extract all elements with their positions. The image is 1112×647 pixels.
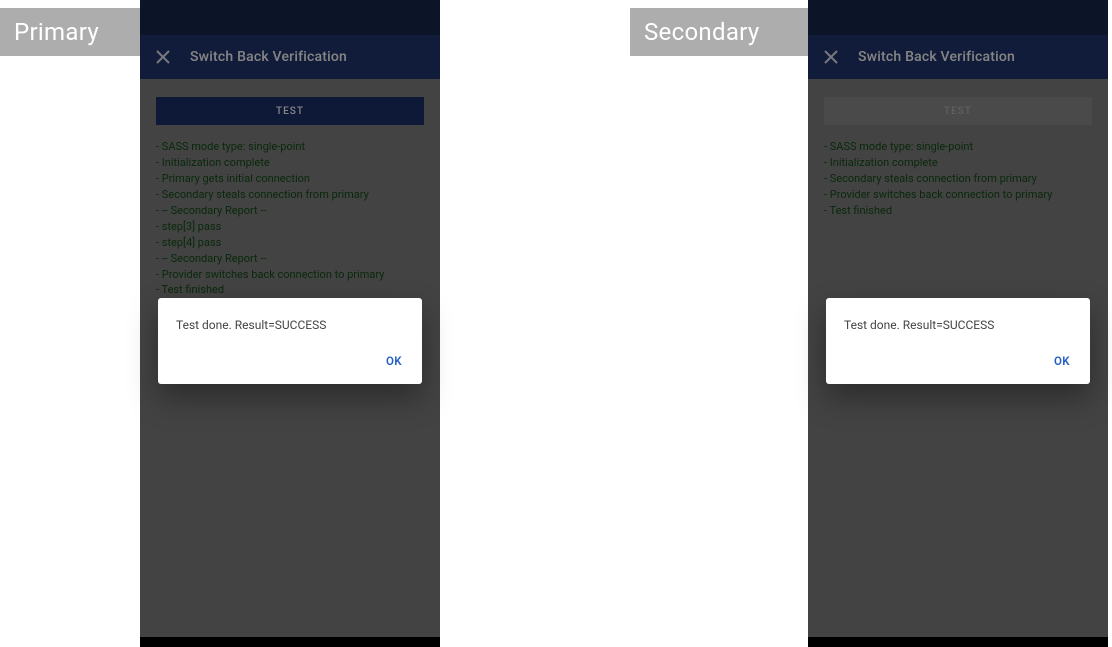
phone-secondary: Switch Back Verification TEST - SASS mod… xyxy=(808,0,1108,647)
phone-screen-secondary: Switch Back Verification TEST - SASS mod… xyxy=(808,0,1108,637)
result-dialog: Test done. Result=SUCCESS OK xyxy=(158,298,422,384)
ok-button[interactable]: OK xyxy=(1046,348,1078,374)
result-dialog: Test done. Result=SUCCESS OK xyxy=(826,298,1090,384)
ok-button[interactable]: OK xyxy=(378,348,410,374)
phone-primary: Switch Back Verification TEST - SASS mod… xyxy=(140,0,440,647)
device-label-secondary: Secondary xyxy=(630,8,808,56)
dialog-message: Test done. Result=SUCCESS xyxy=(826,298,1090,342)
device-label-primary: Primary xyxy=(0,8,140,56)
phone-screen-primary: Switch Back Verification TEST - SASS mod… xyxy=(140,0,440,637)
dialog-message: Test done. Result=SUCCESS xyxy=(158,298,422,342)
